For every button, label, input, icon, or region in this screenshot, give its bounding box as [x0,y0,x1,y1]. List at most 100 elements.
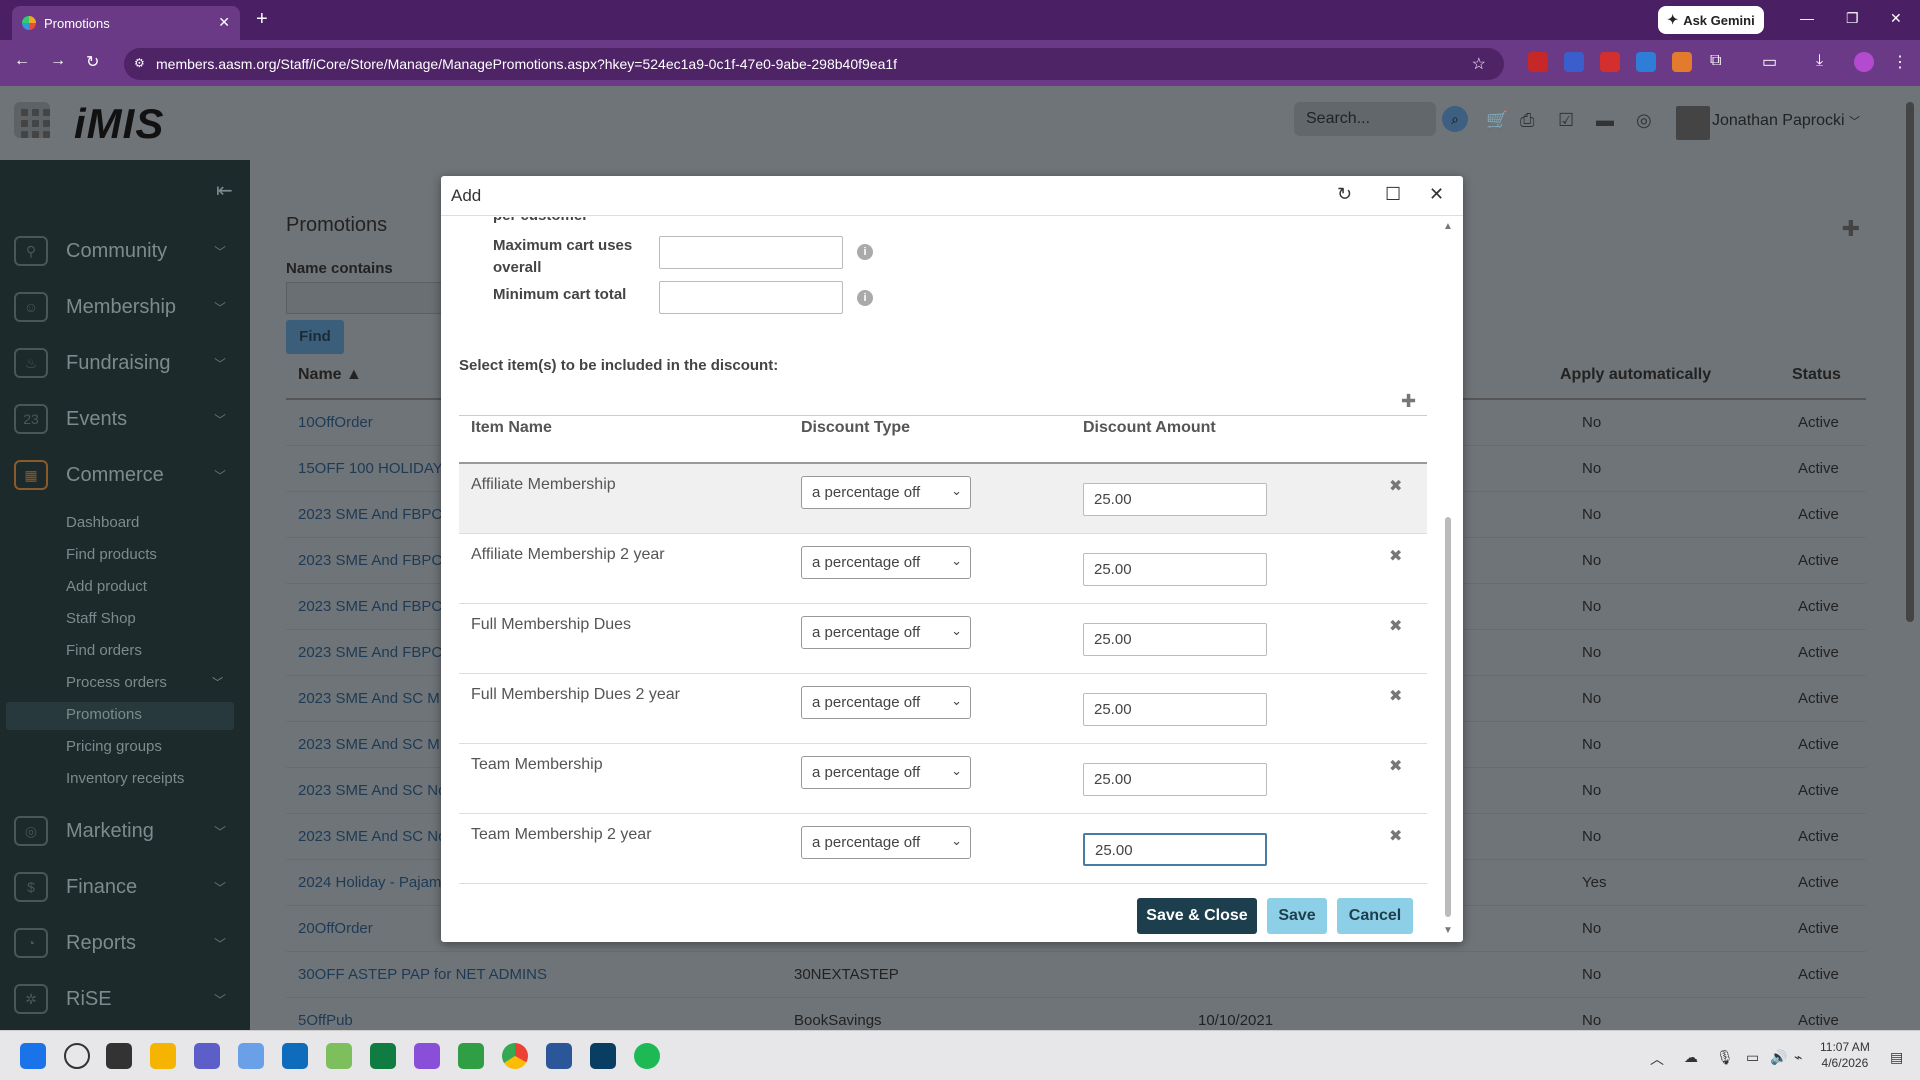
app-icon[interactable] [326,1043,352,1069]
remove-item-icon[interactable]: ✖ [1389,616,1402,636]
discount-type-select[interactable]: a percentage off ⌄ [801,756,971,789]
ask-gemini-button[interactable]: ✦ Ask Gemini [1658,6,1764,34]
promotion-name-link[interactable]: 2023 SME And SC No [298,782,446,799]
promotion-name-link[interactable]: 2023 SME And SC M [298,690,440,707]
site-info-icon[interactable]: ⚙ [134,56,145,70]
sidebar-item-commerce[interactable]: ▦ Commerce ﹀ [0,450,250,500]
profile-avatar[interactable] [1854,52,1874,72]
promotion-name-link[interactable]: 2023 SME And FBPC [298,644,442,661]
info-icon[interactable]: i [857,290,873,306]
app-icon[interactable] [590,1043,616,1069]
cancel-button[interactable]: Cancel [1337,898,1413,934]
sidebar-item-marketing[interactable]: ◎ Marketing ﹀ [0,806,250,856]
start-windows-icon[interactable] [20,1043,46,1069]
discount-type-select[interactable]: a percentage off ⌄ [801,546,971,579]
dialog-close-icon[interactable]: ✕ [1429,184,1444,205]
app-icon[interactable] [458,1043,484,1069]
discount-amount-input[interactable]: 25.00 [1083,483,1267,516]
display-icon[interactable]: ▭ [1746,1049,1759,1066]
app-icon[interactable] [238,1043,264,1069]
back-icon[interactable]: ← [14,52,30,70]
page-scrollbar[interactable] [1900,86,1920,1030]
tab-close-icon[interactable]: ✕ [218,14,230,31]
discount-type-select[interactable]: a percentage off ⌄ [801,616,971,649]
name-contains-input[interactable] [286,282,446,314]
dialog-scrollbar[interactable]: ▲ ▼ [1441,217,1457,942]
scroll-up-icon[interactable]: ▲ [1443,221,1453,232]
maximize-icon[interactable]: ☐ [1385,184,1401,205]
tray-chevron-icon[interactable]: ︿ [1650,1049,1664,1069]
browser-menu-icon[interactable]: ⋮ [1892,52,1908,72]
tab-search-icon[interactable]: ▭ [1762,52,1777,72]
chrome-icon[interactable] [502,1043,528,1069]
remove-item-icon[interactable]: ✖ [1389,756,1402,776]
sidebar-subitem-find-products[interactable]: Find products [66,546,157,563]
restore-icon[interactable]: ❐ [1846,10,1859,27]
sidebar-subitem-pricing-groups[interactable]: Pricing groups [66,738,162,755]
search-icon[interactable]: ⌕ [1442,106,1468,132]
app-launcher-icon[interactable] [14,102,50,138]
extensions-puzzle-icon[interactable]: ⧉ [1710,52,1721,70]
promotion-name-link[interactable]: 2023 SME And SC No [298,828,446,845]
promotion-name-link[interactable]: 2023 SME And FBPC [298,506,442,523]
sidebar-subitem-staff-shop[interactable]: Staff Shop [66,610,136,627]
sidebar-subitem-dashboard[interactable]: Dashboard [66,514,139,531]
discount-type-select[interactable]: a percentage off ⌄ [801,476,971,509]
add-item-icon[interactable]: ✚ [1401,391,1416,412]
save-close-button[interactable]: Save & Close [1137,898,1257,934]
discount-amount-input[interactable]: 25.00 [1083,833,1267,866]
promotion-name-link[interactable]: 15OFF 100 HOLIDAY [298,460,443,477]
extension-icon[interactable] [1636,52,1656,72]
ruler-icon[interactable]: ▬ [1596,110,1614,131]
avatar[interactable] [1676,106,1710,140]
reload-icon[interactable]: ↻ [86,52,99,72]
column-header-status[interactable]: Status [1792,366,1841,384]
sidebar-subitem-promotions[interactable]: Promotions [66,706,142,723]
extension-icon[interactable] [1672,52,1692,72]
extension-icon[interactable] [1528,52,1548,72]
volume-icon[interactable]: 🔊 [1770,1049,1787,1066]
search-input[interactable]: Search... [1294,102,1436,136]
url-field[interactable]: ⚙ members.aasm.org/Staff/iCore/Store/Man… [124,48,1504,80]
forward-icon[interactable]: → [50,52,66,70]
imis-logo[interactable]: iMIS [74,100,164,148]
visual-studio-icon[interactable] [414,1043,440,1069]
save-button[interactable]: Save [1267,898,1327,934]
sidebar-item-community[interactable]: ⚲ Community ﹀ [0,226,250,276]
remove-item-icon[interactable]: ✖ [1389,826,1402,846]
column-header-apply[interactable]: Apply automatically [1560,366,1711,384]
promotion-name-link[interactable]: 2024 Holiday - Pajam [298,874,441,891]
discount-amount-input[interactable]: 25.00 [1083,763,1267,796]
sidebar-subitem-process-orders[interactable]: Process orders [66,674,167,691]
bookmark-star-icon[interactable]: ☆ [1472,54,1486,74]
collapse-sidebar-icon[interactable]: ⇤ [216,178,233,203]
column-header-name[interactable]: Name ▲ [298,366,362,384]
help-icon[interactable]: ◎ [1636,110,1652,131]
spotify-icon[interactable] [634,1043,660,1069]
download-icon[interactable]: ⤓ [1816,52,1823,70]
add-promotion-icon[interactable]: ✚ [1842,216,1860,242]
discount-amount-input[interactable]: 25.00 [1083,623,1267,656]
sidebar-subitem-find-orders[interactable]: Find orders [66,642,142,659]
promotion-name-link[interactable]: 10OffOrder [298,414,373,431]
promotion-name-link[interactable]: 5OffPub [298,1012,353,1029]
teams-icon[interactable] [194,1043,220,1069]
search-icon[interactable] [64,1043,90,1069]
promotion-name-link[interactable]: 2023 SME And SC M [298,736,440,753]
promotion-name-link[interactable]: 2023 SME And FBPC [298,598,442,615]
min-cart-input[interactable] [659,281,843,314]
remove-item-icon[interactable]: ✖ [1389,476,1402,496]
discount-type-select[interactable]: a percentage off ⌄ [801,686,971,719]
discount-amount-input[interactable]: 25.00 [1083,693,1267,726]
chevron-down-icon[interactable]: ﹀ [212,674,223,690]
max-cart-input[interactable] [659,236,843,269]
cart-icon[interactable]: 🛒 [1486,110,1508,131]
sidebar-item-membership[interactable]: ☺ Membership ﹀ [0,282,250,332]
sidebar-item-events[interactable]: 23 Events ﹀ [0,394,250,444]
clock[interactable]: 11:07 AM 4/6/2026 [1820,1039,1870,1071]
table-row[interactable]: 30OFF ASTEP PAP for NET ADMINS 30NEXTASTE… [286,952,1866,998]
minimize-icon[interactable]: — [1800,10,1814,26]
app-icon[interactable] [546,1043,572,1069]
network-icon[interactable]: ⌁ [1794,1049,1802,1066]
outlook-icon[interactable] [282,1043,308,1069]
